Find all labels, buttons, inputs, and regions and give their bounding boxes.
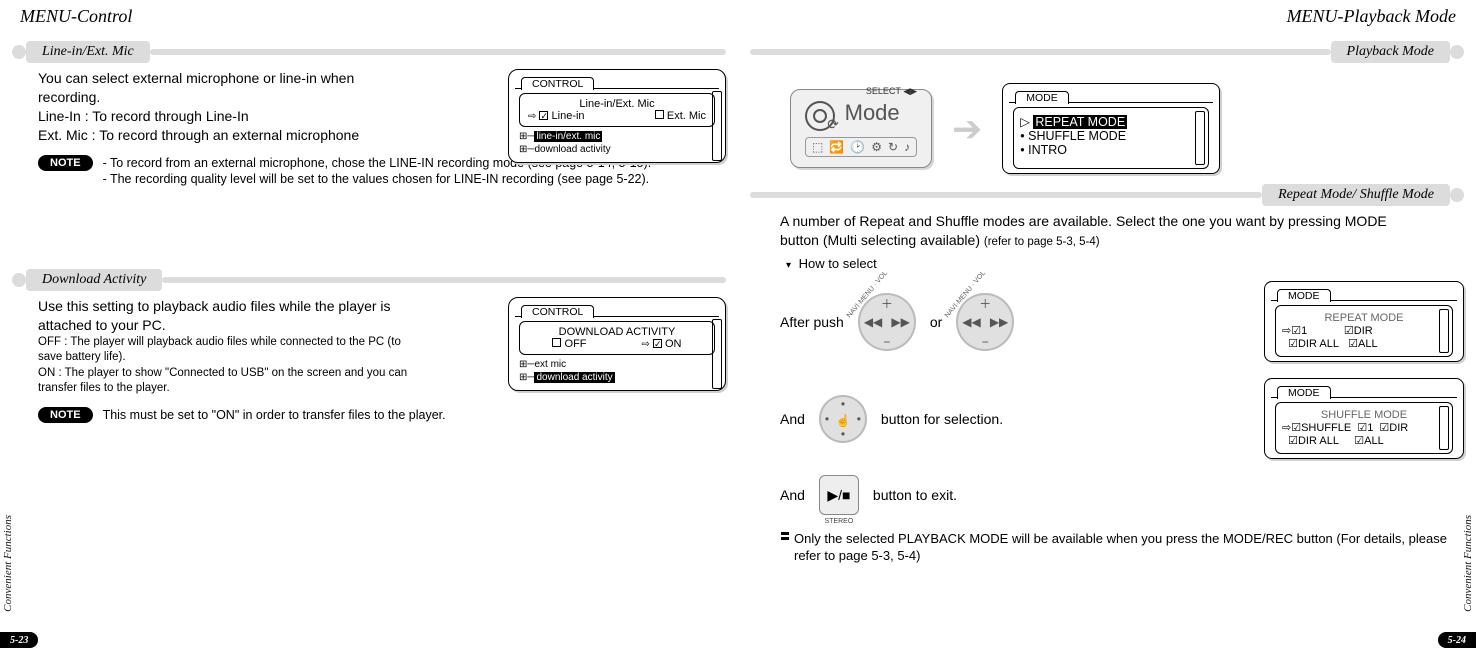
section-body-download: Use this setting to playback audio files… <box>38 297 726 457</box>
nav-pad-icon-2: NAVI·MENU · VOL ＋−◀◀▶▶ <box>956 293 1014 351</box>
line-in-intro: You can select external microphone or li… <box>38 69 418 107</box>
lcd-control-download: CONTROL DOWNLOAD ACTIVITY OFF ⇨ ON ⊞─ext… <box>508 297 726 391</box>
how-to-select: How to select <box>799 256 877 271</box>
mode-icon <box>805 101 835 131</box>
mode-card: SELECT ◀▶ Mode ⬚🔁🕑⚙↻♪ <box>790 89 932 169</box>
section-heading-line-in: Line-in/Ext. Mic <box>26 41 150 63</box>
line-in-line1: Line-In : To record through Line-In <box>38 107 418 126</box>
note-pill-2: NOTE <box>38 407 93 423</box>
download-intro: Use this setting to playback audio files… <box>38 297 418 335</box>
nav-pad-icon: NAVI·MENU · VOL ＋−◀◀▶▶ <box>858 293 916 351</box>
section-heading-download: Download Activity <box>26 269 162 291</box>
playback-mode-diagram: SELECT ◀▶ Mode ⬚🔁🕑⚙↻♪ ➔ MODE ▷ REPEAT MO… <box>790 83 1464 174</box>
side-label-left: Convenient Functions <box>2 515 14 612</box>
section-bar-line-in: Line-in/Ext. Mic <box>12 41 726 63</box>
bullet-icon-2: 〓 <box>780 531 790 565</box>
section-heading-repeat-shuffle: Repeat Mode/ Shuffle Mode <box>1262 184 1450 206</box>
page-number-left: 5-23 <box>0 632 38 648</box>
lcd-shuffle-mode: MODE SHUFFLE MODE ⇨☑SHUFFLE ☑1 ☑DIR ☑DIR… <box>1264 378 1464 459</box>
lcd-mode-list: MODE ▷ REPEAT MODE • SHUFFLE MODE • INTR… <box>1002 83 1220 174</box>
download-line2: ON : The player to show "Connected to US… <box>38 366 418 397</box>
arrow-icon: ➔ <box>952 108 982 150</box>
lcd-repeat-mode: MODE REPEAT MODE ⇨☑1 ☑DIR ☑DIR ALL ☑ALL <box>1264 281 1464 362</box>
step-row-2: And •••• ☝ button for selection. MODE SH… <box>780 378 1464 459</box>
section-body-line-in: You can select external microphone or li… <box>38 69 726 259</box>
nav-pad-press-icon: •••• ☝ <box>819 395 867 443</box>
page-right: MENU-Playback Mode Playback Mode SELECT … <box>738 0 1476 652</box>
page-number-right: 5-24 <box>1438 632 1476 648</box>
mode-icon-row: ⬚🔁🕑⚙↻♪ <box>805 137 917 157</box>
side-label-right: Convenient Functions <box>1462 515 1474 612</box>
mode-label: Mode <box>845 100 900 125</box>
note-pill: NOTE <box>38 155 93 171</box>
download-line1: OFF : The player will playback audio fil… <box>38 335 418 366</box>
section-bar-repeat-shuffle: Repeat Mode/ Shuffle Mode <box>750 184 1464 206</box>
step-row-3: And ▶/■STEREO button to exit. <box>780 475 1464 515</box>
play-stop-button-icon: ▶/■STEREO <box>819 475 859 515</box>
footnote: 〓 Only the selected PLAYBACK MODE will b… <box>780 531 1464 565</box>
page-left: MENU-Control Line-in/Ext. Mic You can se… <box>0 0 738 652</box>
page-title-left: MENU-Control <box>20 6 718 27</box>
line-in-line2: Ext. Mic : To record through an external… <box>38 126 418 145</box>
section-bar-download: Download Activity <box>12 269 726 291</box>
select-tip: SELECT ◀▶ <box>866 86 917 97</box>
bullet-icon: ▾ <box>786 260 791 271</box>
page-title-right: MENU-Playback Mode <box>758 6 1456 27</box>
section-heading-playback: Playback Mode <box>1331 41 1450 63</box>
repeat-intro-ref: (refer to page 5-3, 5-4) <box>984 236 1100 248</box>
lcd-control-line-in: CONTROL Line-in/Ext. Mic ⇨ Line-in Ext. … <box>508 69 726 163</box>
section-bar-playback: Playback Mode <box>750 41 1464 63</box>
note-text-2: This must be set to "ON" in order to tra… <box>103 407 446 423</box>
step-row-1: After push NAVI·MENU · VOL ＋−◀◀▶▶ or NAV… <box>780 281 1464 362</box>
